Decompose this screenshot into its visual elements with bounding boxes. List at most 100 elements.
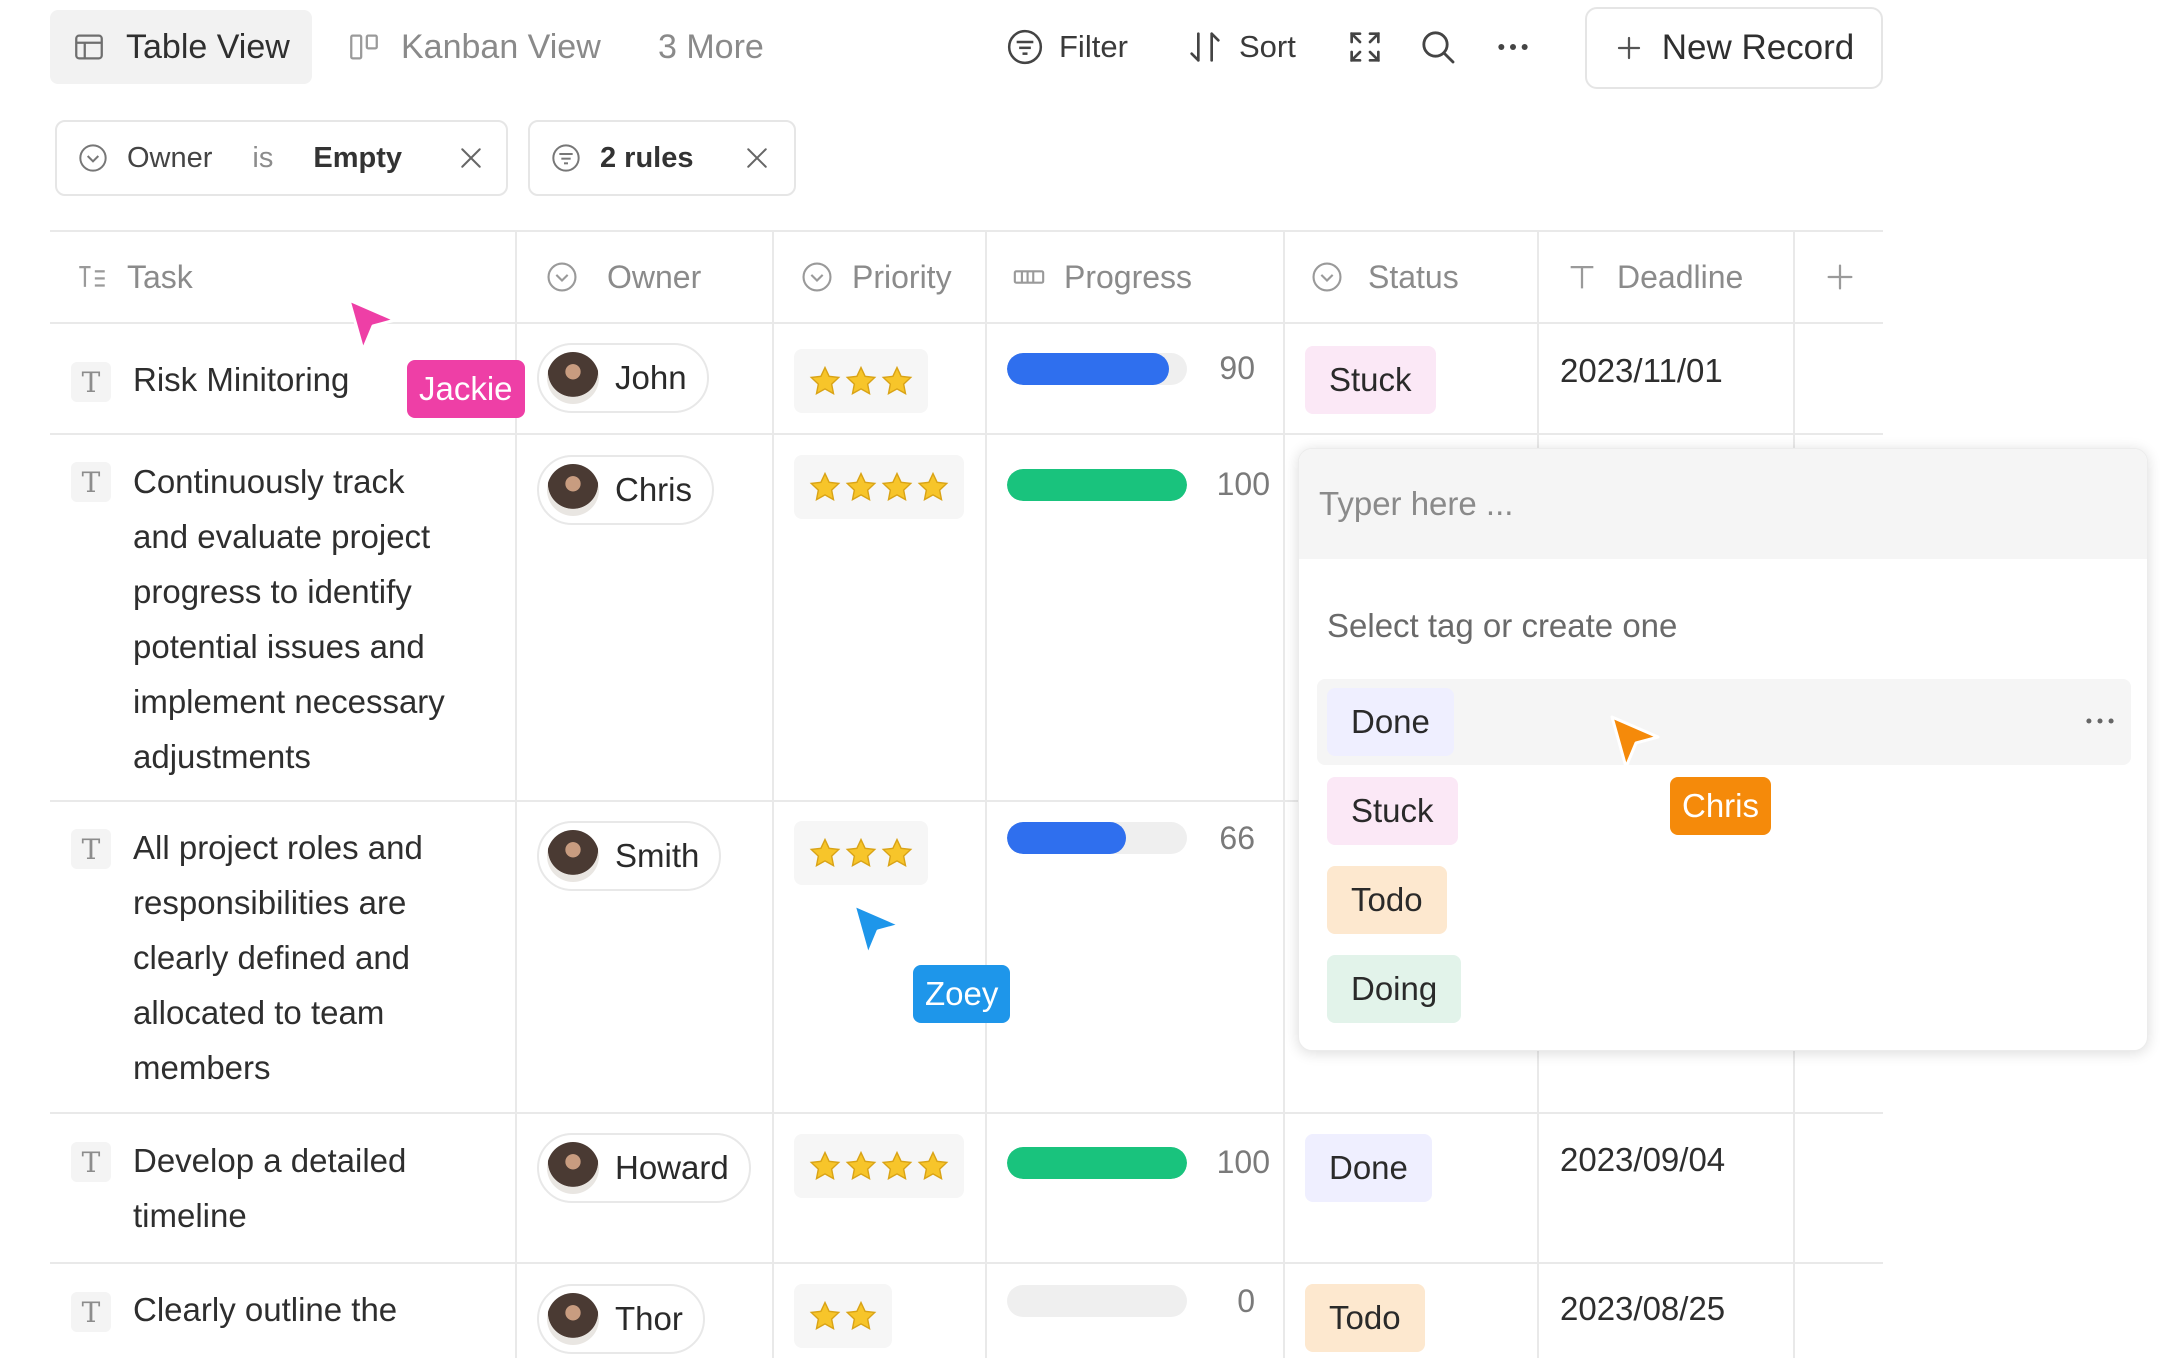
star-icon [917,471,949,501]
circle-chevron-icon [1312,262,1342,292]
sort-icon [1190,32,1220,62]
option-doing[interactable]: Doing [1327,955,1462,1023]
priority-stars[interactable] [794,349,928,413]
star-icon [809,1150,841,1180]
status-tag[interactable]: Stuck [1305,346,1436,414]
more-options-button[interactable] [1493,10,1533,84]
option-todo[interactable]: Todo [1327,866,1447,934]
text-icon [1570,265,1594,289]
filter-button[interactable]: Filter [1005,10,1128,84]
progress-value: 90 [1219,350,1255,386]
task-title[interactable]: All project roles and responsibilities a… [133,820,513,1095]
filter-chip-owner[interactable]: Owner is Empty [55,120,508,196]
cursor-pointer-icon [347,298,397,352]
progress-bar [1007,1285,1187,1317]
option-stuck[interactable]: Stuck [1327,777,1458,845]
star-icon [845,837,877,867]
avatar [547,1142,599,1194]
priority-stars[interactable] [794,821,928,885]
fullscreen-button[interactable] [1345,10,1385,84]
filter-icon [1007,29,1043,65]
tag-search-input[interactable] [1299,449,2147,559]
option-done[interactable]: Done [1327,688,1454,756]
owner-name: Chris [615,471,693,508]
deadline-value[interactable]: 2023/09/04 [1560,1141,1725,1179]
column-header-progress[interactable]: Progress [1012,232,1192,322]
filter-value: Empty [313,141,403,174]
new-record-button[interactable]: New Record [1585,7,1883,89]
tab-kanban-view[interactable]: Kanban View [325,10,623,84]
header-divider [50,322,1883,324]
circle-chevron-icon [547,262,577,292]
star-icon [809,837,841,867]
star-icon [809,365,841,395]
column-header-owner[interactable]: Owner [545,232,701,322]
dropdown-hint: Select tag or create one [1327,607,1678,644]
close-icon[interactable] [456,143,486,173]
ellipsis-icon[interactable] [2081,702,2119,740]
expand-icon [1350,32,1380,62]
search-button[interactable] [1418,10,1458,84]
avatar [547,352,599,404]
text-field-icon: T [71,1142,111,1182]
owner-pill[interactable]: Chris [537,455,715,525]
tab-table-view[interactable]: Table View [50,10,312,84]
deadline-value[interactable]: 2023/08/25 [1560,1290,1725,1328]
priority-stars[interactable] [794,455,964,519]
avatar [547,1293,599,1345]
filter-field: Owner [127,141,213,174]
owner-pill[interactable]: John [537,343,709,413]
owner-pill[interactable]: Howard [537,1133,751,1203]
more-views-button[interactable]: 3 More [636,10,786,84]
star-icon [881,837,913,867]
row-divider [50,433,1883,435]
priority-stars[interactable] [794,1134,964,1198]
star-icon [881,471,913,501]
star-icon [809,471,841,501]
column-header-status[interactable]: Status [1310,232,1459,322]
deadline-value[interactable]: 2023/11/01 [1560,352,1723,390]
star-icon [881,365,913,395]
column-header-deadline[interactable]: Deadline [1565,232,1743,322]
priority-stars[interactable] [794,1284,892,1348]
status-tag[interactable]: Done [1305,1134,1432,1202]
task-title[interactable]: Clearly outline the [133,1282,513,1337]
add-column-button[interactable] [1823,232,1857,322]
search-icon [1422,31,1455,64]
column-label: Status [1368,258,1459,295]
star-icon [845,365,877,395]
plus-icon [1827,264,1853,290]
column-header-priority[interactable]: Priority [800,232,952,322]
progress-fill [1007,469,1187,501]
kanban-icon [350,34,378,60]
progress-bar [1007,1147,1187,1179]
progress-value: 100 [1216,1144,1270,1180]
progress-bar [1007,353,1187,385]
progress-fill [1007,1147,1187,1179]
task-title[interactable]: Continuously track and evaluate project … [133,454,513,784]
text-field-icon: T [71,1292,111,1332]
owner-pill[interactable]: Thor [537,1284,705,1354]
filter-icon [552,144,580,172]
text-field-icon: T [71,829,111,869]
star-icon [881,1150,913,1180]
owner-pill[interactable]: Smith [537,821,722,891]
cursor-pointer-icon [1610,715,1660,769]
more-views-label: 3 More [658,27,764,66]
text-field-icon: T [71,362,111,402]
avatar [547,830,599,882]
progress-value: 100 [1216,466,1270,502]
row-divider [50,1112,1883,1114]
new-record-label: New Record [1661,28,1855,67]
column-header-task[interactable]: Task [75,232,193,322]
filter-chip-rules[interactable]: 2 rules [528,120,796,196]
owner-name: Smith [615,837,700,874]
collaborator-label-zoey: Zoey [913,965,1011,1023]
tab-label: Table View [126,27,290,66]
status-tag[interactable]: Todo [1305,1284,1425,1352]
owner-name: Thor [615,1300,683,1337]
close-icon[interactable] [742,143,772,173]
sort-button[interactable]: Sort [1185,10,1296,84]
task-title[interactable]: Develop a detailed timeline [133,1133,513,1243]
tab-label: Kanban View [401,27,601,66]
